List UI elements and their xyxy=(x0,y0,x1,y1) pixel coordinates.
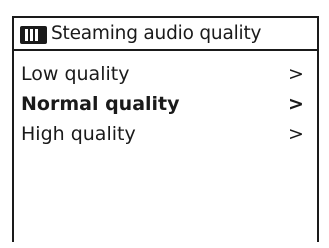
menu-item-label: Low quality xyxy=(21,63,130,85)
menu-item-label: High quality xyxy=(21,123,136,145)
menu-item-normal-quality[interactable]: Normal quality > xyxy=(14,89,317,119)
screen-title: Steaming audio quality xyxy=(51,23,262,44)
menu-item-low-quality[interactable]: Low quality > xyxy=(14,59,317,89)
chevron-right-icon: > xyxy=(288,93,304,115)
display-screen: Steaming audio quality Low quality > Nor… xyxy=(12,16,319,242)
title-bar: Steaming audio quality xyxy=(14,18,317,51)
quality-menu: Low quality > Normal quality > High qual… xyxy=(14,59,317,149)
chevron-right-icon: > xyxy=(288,123,304,145)
menu-item-high-quality[interactable]: High quality > xyxy=(14,119,317,149)
chevron-right-icon: > xyxy=(288,63,304,85)
menu-item-label: Normal quality xyxy=(21,93,180,115)
menu-list-icon xyxy=(20,26,47,44)
